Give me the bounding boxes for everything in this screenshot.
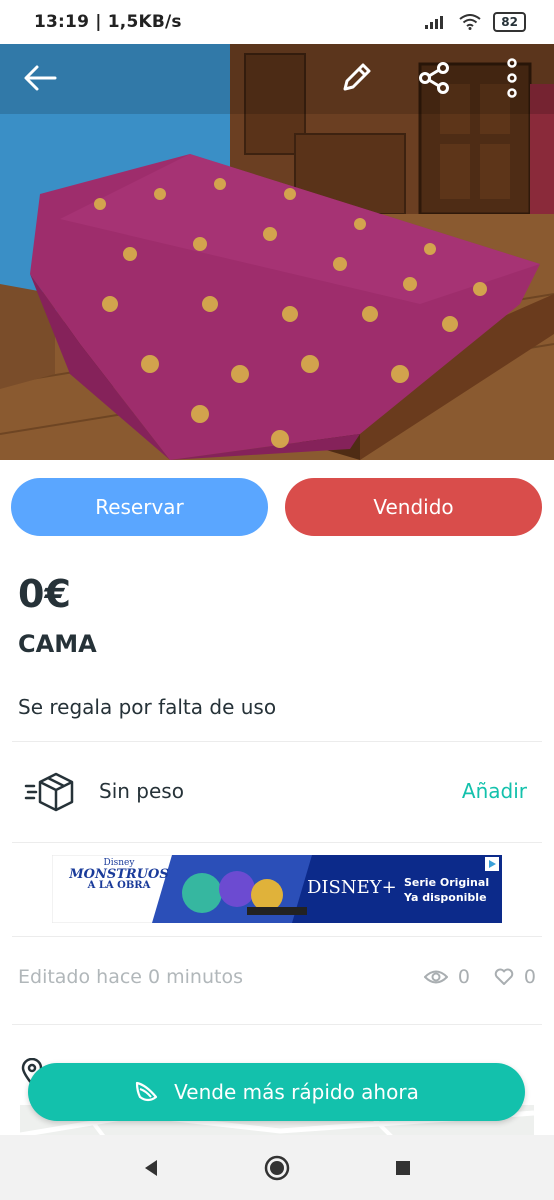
status-bar: 13:19 | 1,5KB/s 82 — [0, 0, 554, 44]
views-count: 0 — [457, 966, 470, 988]
nav-recents-icon[interactable] — [393, 1158, 413, 1178]
ad-banner[interactable]: Disney MONSTRUOS A LA OBRA DISNEY+ Serie… — [52, 855, 502, 923]
edited-timestamp: Editado hace 0 minutos — [18, 966, 243, 988]
reserve-button[interactable]: Reservar — [11, 478, 268, 536]
eye-icon — [423, 970, 448, 984]
wifi-icon — [459, 14, 481, 30]
edit-pencil-icon — [343, 63, 371, 91]
battery-indicator: 82 — [493, 12, 526, 32]
system-nav-bar — [0, 1135, 554, 1200]
ad-tagline: Serie Original Ya disponible — [404, 876, 490, 904]
divider — [12, 1024, 542, 1025]
divider — [12, 741, 542, 742]
status-icons: 82 — [425, 12, 526, 32]
item-stats: 0 0 — [423, 966, 536, 988]
add-weight-link[interactable]: Añadir — [462, 779, 527, 803]
heart-icon — [494, 968, 514, 985]
favorites-count: 0 — [523, 966, 536, 988]
item-title: CAMA — [18, 630, 97, 658]
ad-title: Disney MONSTRUOS A LA OBRA — [69, 858, 169, 891]
wing-icon — [136, 1081, 158, 1102]
item-price: 0€ — [18, 572, 71, 616]
ad-platform: DISNEY+ — [307, 877, 397, 898]
more-options-button[interactable] — [490, 56, 534, 100]
divider — [12, 936, 542, 937]
item-description: Se regala por falta de uso — [18, 695, 277, 719]
divider — [12, 842, 542, 843]
signal-icon — [425, 16, 444, 29]
back-button[interactable] — [18, 56, 62, 100]
sold-button[interactable]: Vendido — [285, 478, 542, 536]
sell-faster-label: Vende más rápido ahora — [174, 1080, 419, 1104]
bed-photo — [0, 44, 554, 460]
sell-faster-button[interactable]: Vende más rápido ahora — [28, 1063, 525, 1121]
status-time: 13:19 | 1,5KB/s — [34, 12, 182, 32]
shipping-weight-label: Sin peso — [99, 779, 184, 803]
back-arrow-icon — [24, 65, 57, 91]
nav-home-icon[interactable] — [263, 1154, 291, 1182]
share-button[interactable] — [412, 56, 456, 100]
product-photo[interactable] — [0, 44, 554, 460]
package-icon — [24, 770, 74, 818]
edit-button[interactable] — [334, 56, 378, 100]
nav-back-icon[interactable] — [141, 1158, 161, 1178]
share-icon — [419, 62, 449, 94]
more-options-icon — [507, 58, 517, 98]
